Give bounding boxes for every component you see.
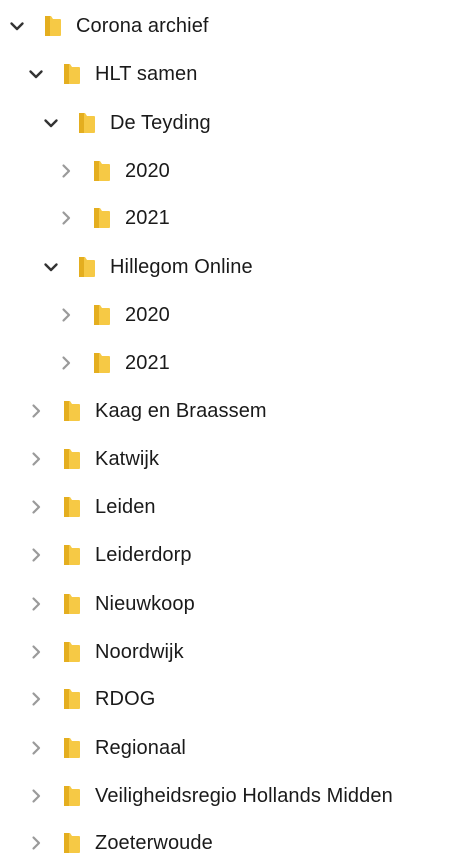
chevron-right-icon[interactable] bbox=[57, 162, 75, 180]
chevron-right-icon[interactable] bbox=[57, 354, 75, 372]
tree-item-label: Nieuwkoop bbox=[95, 593, 195, 615]
tree-item-label: 2021 bbox=[125, 207, 170, 229]
chevron-right-icon[interactable] bbox=[27, 787, 45, 805]
tree-item-label: Katwijk bbox=[95, 448, 160, 470]
folder-icon bbox=[61, 448, 83, 470]
tree-item-leiderdorp[interactable]: Leiderdorp bbox=[27, 535, 192, 575]
tree-item-de-teyding-2021[interactable]: 2021 bbox=[57, 198, 170, 238]
folder-icon bbox=[91, 160, 113, 182]
folder-icon bbox=[61, 785, 83, 807]
folder-icon bbox=[42, 15, 64, 37]
chevron-right-icon[interactable] bbox=[27, 546, 45, 564]
chevron-right-icon[interactable] bbox=[27, 595, 45, 613]
tree-item-hillegom-online-2021[interactable]: 2021 bbox=[57, 343, 170, 383]
chevron-down-icon[interactable] bbox=[8, 17, 26, 35]
folder-icon bbox=[61, 737, 83, 759]
folder-tree: Corona archief HLT samen De Teyding 2020 bbox=[0, 0, 459, 855]
folder-icon bbox=[91, 304, 113, 326]
chevron-right-icon[interactable] bbox=[27, 834, 45, 852]
tree-item-label: Leiden bbox=[95, 496, 156, 518]
tree-item-label: RDOG bbox=[95, 688, 156, 710]
folder-icon bbox=[61, 400, 83, 422]
tree-item-noordwijk[interactable]: Noordwijk bbox=[27, 632, 184, 672]
folder-icon bbox=[61, 496, 83, 518]
chevron-right-icon[interactable] bbox=[27, 498, 45, 516]
tree-item-label: Leiderdorp bbox=[95, 544, 192, 566]
chevron-right-icon[interactable] bbox=[27, 643, 45, 661]
tree-item-corona-archief[interactable]: Corona archief bbox=[8, 6, 209, 46]
tree-item-de-teyding-2020[interactable]: 2020 bbox=[57, 151, 170, 191]
folder-icon bbox=[76, 256, 98, 278]
tree-item-label: 2021 bbox=[125, 352, 170, 374]
chevron-down-icon[interactable] bbox=[42, 258, 60, 276]
chevron-right-icon[interactable] bbox=[27, 690, 45, 708]
tree-item-label: Kaag en Braassem bbox=[95, 400, 267, 422]
tree-item-kaag-en-braassem[interactable]: Kaag en Braassem bbox=[27, 391, 267, 431]
tree-item-de-teyding[interactable]: De Teyding bbox=[42, 103, 211, 143]
tree-item-veiligheidsregio-hollands-midden[interactable]: Veiligheidsregio Hollands Midden bbox=[27, 776, 393, 816]
tree-item-zoeterwoude[interactable]: Zoeterwoude bbox=[27, 823, 213, 863]
chevron-right-icon[interactable] bbox=[27, 739, 45, 757]
tree-item-label: Corona archief bbox=[76, 15, 209, 37]
tree-item-katwijk[interactable]: Katwijk bbox=[27, 439, 159, 479]
tree-item-label: Noordwijk bbox=[95, 641, 184, 663]
tree-item-hillegom-online[interactable]: Hillegom Online bbox=[42, 247, 253, 287]
folder-icon bbox=[61, 688, 83, 710]
folder-icon bbox=[61, 832, 83, 854]
chevron-right-icon[interactable] bbox=[57, 209, 75, 227]
tree-item-leiden[interactable]: Leiden bbox=[27, 487, 156, 527]
folder-icon bbox=[61, 63, 83, 85]
chevron-right-icon[interactable] bbox=[57, 306, 75, 324]
tree-item-rdog[interactable]: RDOG bbox=[27, 679, 155, 719]
tree-item-label: Veiligheidsregio Hollands Midden bbox=[95, 785, 393, 807]
chevron-down-icon[interactable] bbox=[42, 114, 60, 132]
tree-item-nieuwkoop[interactable]: Nieuwkoop bbox=[27, 584, 195, 624]
tree-item-label: Hillegom Online bbox=[110, 256, 253, 278]
chevron-right-icon[interactable] bbox=[27, 450, 45, 468]
tree-item-label: HLT samen bbox=[95, 63, 198, 85]
tree-item-label: Regionaal bbox=[95, 737, 186, 759]
folder-icon bbox=[61, 544, 83, 566]
folder-icon bbox=[91, 352, 113, 374]
tree-item-label: 2020 bbox=[125, 304, 170, 326]
chevron-down-icon[interactable] bbox=[27, 65, 45, 83]
folder-icon bbox=[76, 112, 98, 134]
folder-icon bbox=[61, 641, 83, 663]
folder-icon bbox=[91, 207, 113, 229]
tree-item-hillegom-online-2020[interactable]: 2020 bbox=[57, 295, 170, 335]
folder-icon bbox=[61, 593, 83, 615]
tree-item-label: De Teyding bbox=[110, 112, 211, 134]
tree-item-label: 2020 bbox=[125, 160, 170, 182]
tree-item-hlt-samen[interactable]: HLT samen bbox=[27, 54, 197, 94]
tree-item-regionaal[interactable]: Regionaal bbox=[27, 728, 186, 768]
tree-item-label: Zoeterwoude bbox=[95, 832, 213, 854]
chevron-right-icon[interactable] bbox=[27, 402, 45, 420]
